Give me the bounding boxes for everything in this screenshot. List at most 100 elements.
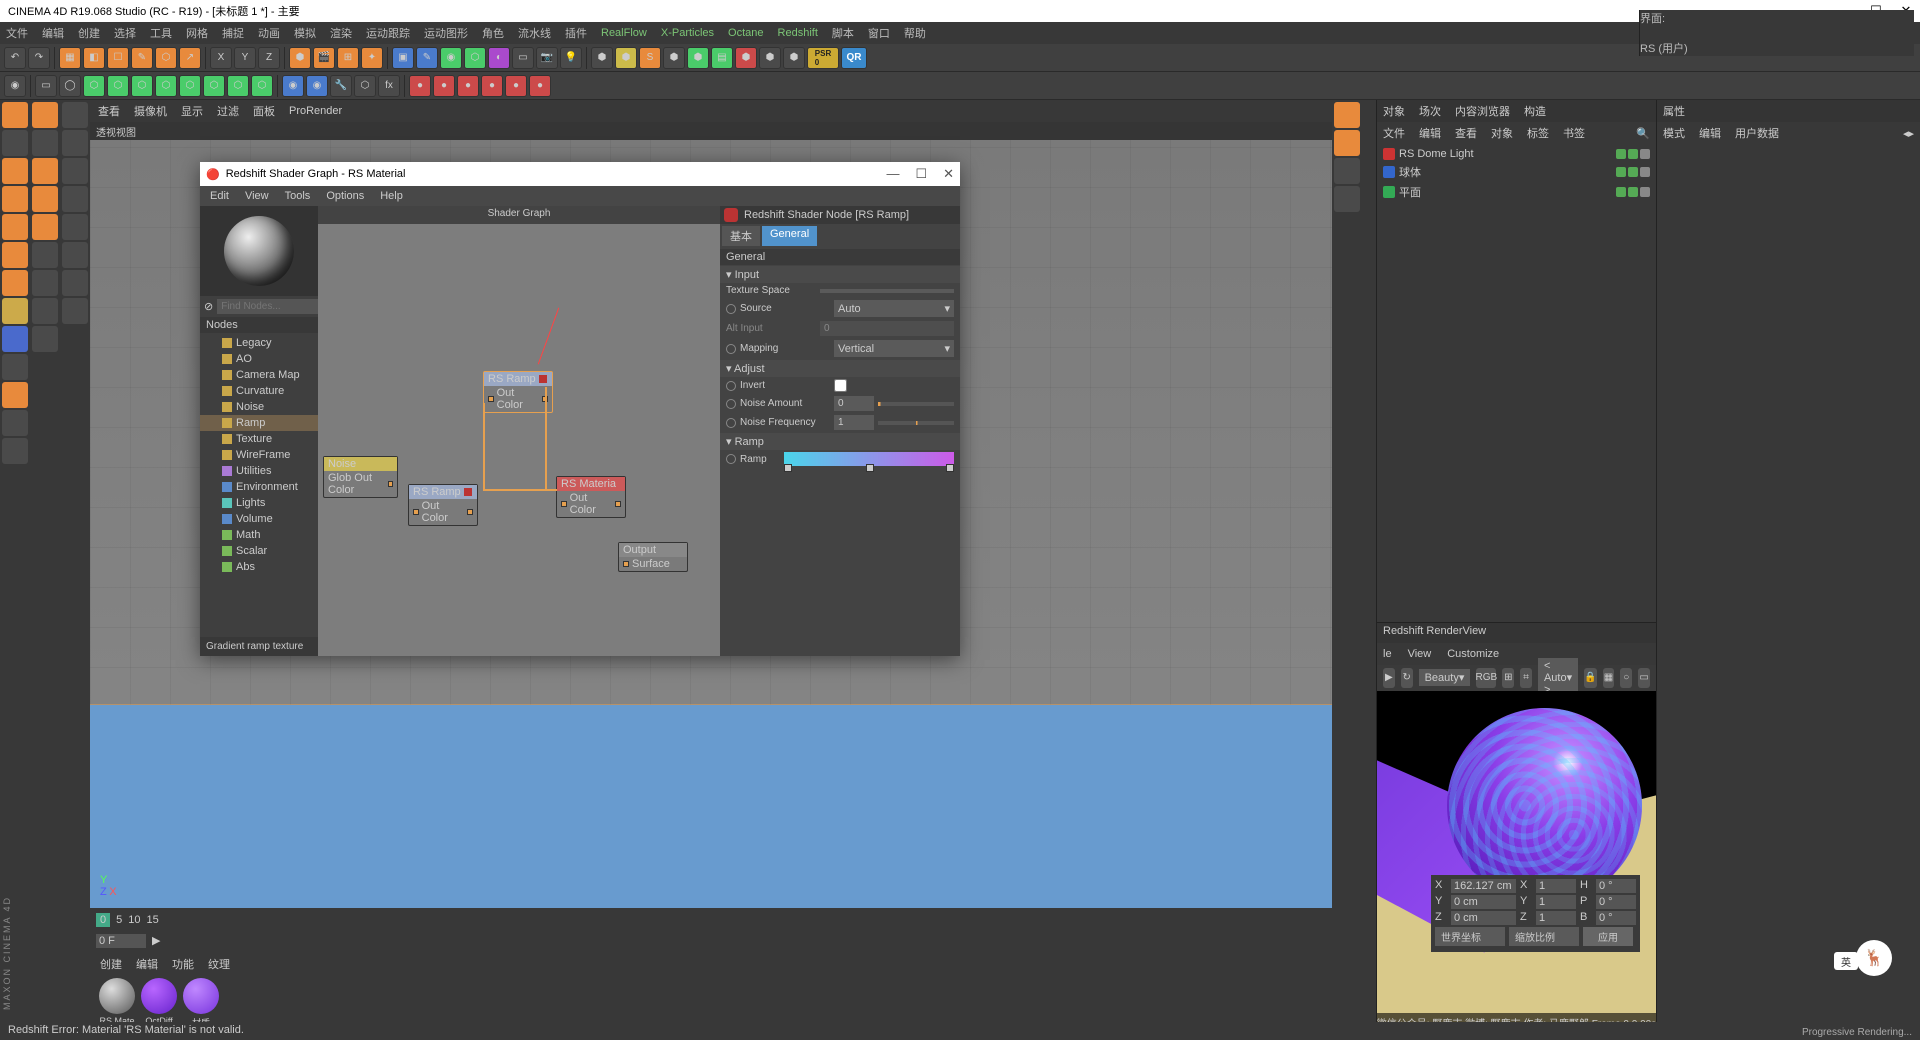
crop-icon[interactable]: ⌗ (1520, 668, 1532, 688)
node-output[interactable]: Output Surface (618, 542, 688, 572)
mat-tab[interactable]: 功能 (172, 956, 194, 972)
rs-tool-icon[interactable]: ● (481, 75, 503, 97)
menu-item-redshift[interactable]: Redshift (778, 27, 818, 39)
rs-tool-icon[interactable]: ● (457, 75, 479, 97)
rs-tool-icon[interactable]: ● (409, 75, 431, 97)
section-adjust[interactable]: ▾ Adjust (720, 360, 960, 377)
plugin-icon[interactable]: ⬢ (735, 47, 757, 69)
tool-icon[interactable] (1334, 186, 1360, 212)
node-ramp-1[interactable]: RS Ramp Out Color (483, 371, 553, 413)
tool-icon[interactable]: ⬡ (131, 75, 153, 97)
menu-item[interactable]: 捕捉 (222, 25, 244, 41)
tool-icon[interactable] (2, 354, 28, 380)
tool-icon[interactable]: ◧ (83, 47, 105, 69)
tool-icon[interactable] (32, 214, 58, 240)
rs-tool-icon[interactable]: ● (529, 75, 551, 97)
tool-icon[interactable] (2, 242, 28, 268)
tool-icon[interactable]: ⬡ (354, 75, 376, 97)
floor-icon[interactable]: ▭ (512, 47, 534, 69)
qr-button[interactable]: QR (841, 47, 867, 69)
tab[interactable]: 场次 (1419, 103, 1441, 119)
tab-objects[interactable]: 对象 (1383, 103, 1405, 119)
axis-y-icon[interactable]: Y (234, 47, 256, 69)
tool-icon[interactable] (32, 158, 58, 184)
tool-icon[interactable]: ▦ (59, 47, 81, 69)
vp-tab[interactable]: 查看 (98, 103, 120, 119)
lang-badge[interactable]: 英 (1834, 952, 1858, 970)
ramp-stop[interactable] (784, 464, 792, 472)
noise-freq-slider[interactable] (878, 421, 954, 425)
tool-icon[interactable] (2, 382, 28, 408)
attr-menu[interactable]: 模式 (1663, 125, 1685, 141)
select-icon[interactable] (32, 130, 58, 156)
play-icon[interactable]: ▶ (152, 934, 160, 948)
menu-item[interactable]: 模拟 (294, 25, 316, 41)
plugin-icon[interactable]: ⬢ (663, 47, 685, 69)
vp-tab[interactable]: 摄像机 (134, 103, 167, 119)
search-icon[interactable]: 🔍 (1636, 127, 1650, 140)
menu-item[interactable]: 创建 (78, 25, 100, 41)
obj-menu-item[interactable]: 标签 (1527, 125, 1549, 141)
nurbs-icon[interactable]: ◉ (440, 47, 462, 69)
menu-item[interactable]: 动画 (258, 25, 280, 41)
tool-icon[interactable]: ✎ (131, 47, 153, 69)
attr-menu[interactable]: 编辑 (1699, 125, 1721, 141)
clear-icon[interactable]: ⊘ (204, 300, 213, 313)
plugin-icon[interactable]: ⬢ (687, 47, 709, 69)
deformer-icon[interactable]: ◐ (488, 47, 510, 69)
tool-icon[interactable] (2, 326, 28, 352)
prop-tab-general[interactable]: General (762, 226, 817, 246)
tool-icon[interactable]: ↗ (179, 47, 201, 69)
menu-item-xparticles[interactable]: X-Particles (661, 27, 714, 39)
menu-item[interactable]: 流水线 (518, 25, 551, 41)
menu-item[interactable]: 工具 (150, 25, 172, 41)
tool-icon[interactable] (62, 158, 88, 184)
tool-icon[interactable] (62, 242, 88, 268)
tab[interactable]: 构造 (1524, 103, 1546, 119)
menu-item[interactable]: 角色 (482, 25, 504, 41)
noise-amount-slider[interactable] (878, 402, 954, 406)
tool-icon[interactable]: ◯ (59, 75, 81, 97)
dialog-minimize[interactable]: — (886, 166, 899, 182)
tab[interactable]: 内容浏览器 (1455, 103, 1510, 119)
plugin-icon[interactable]: ⬢ (615, 47, 637, 69)
menu-item[interactable]: 运动跟踪 (366, 25, 410, 41)
plugin-icon[interactable]: ⬢ (759, 47, 781, 69)
menu-item[interactable]: 脚本 (832, 25, 854, 41)
invert-checkbox[interactable] (834, 379, 847, 392)
light-icon[interactable]: 💡 (560, 47, 582, 69)
tool-icon[interactable]: ☐ (107, 47, 129, 69)
menu-item[interactable]: 编辑 (42, 25, 64, 41)
tool-icon[interactable]: ◉ (306, 75, 328, 97)
camera-icon[interactable]: 📷 (536, 47, 558, 69)
tool-icon[interactable] (32, 270, 58, 296)
plugin-icon[interactable]: S (639, 47, 661, 69)
dialog-titlebar[interactable]: 🔴 Redshift Shader Graph - RS Material — … (200, 162, 960, 186)
cube-icon[interactable]: ▣ (392, 47, 414, 69)
tool-icon[interactable]: ▭ (35, 75, 57, 97)
ramp-stop[interactable] (946, 464, 954, 472)
tool-icon[interactable] (2, 270, 28, 296)
menu-item[interactable]: 窗口 (868, 25, 890, 41)
tool-icon[interactable]: ⬢ (289, 47, 311, 69)
tool-icon[interactable]: ⊞ (1502, 668, 1514, 688)
noise-freq-field[interactable]: 1 (834, 415, 874, 430)
vp-tab[interactable]: 显示 (181, 103, 203, 119)
menu-item[interactable]: 文件 (6, 25, 28, 41)
tool-icon[interactable] (62, 298, 88, 324)
timeline[interactable]: 0 5 10 15 (90, 908, 1332, 932)
obj-menu-item[interactable]: 文件 (1383, 125, 1405, 141)
coord-space-dropdown[interactable]: 世界坐标 (1435, 927, 1505, 946)
menu-item-realflow[interactable]: RealFlow (601, 27, 647, 39)
menu-item[interactable]: 帮助 (904, 25, 926, 41)
obj-menu-item[interactable]: 编辑 (1419, 125, 1441, 141)
lock-icon[interactable]: 🔒 (1584, 668, 1596, 688)
tool-icon[interactable]: ⬡ (107, 75, 129, 97)
refresh-icon[interactable]: ↻ (1401, 668, 1413, 688)
menu-item[interactable]: 运动图形 (424, 25, 468, 41)
menu-item[interactable]: 插件 (565, 25, 587, 41)
plugin-icon[interactable]: ▤ (711, 47, 733, 69)
section-input[interactable]: ▾ Input (720, 266, 960, 283)
nav-icon[interactable]: ◂▸ (1903, 127, 1914, 140)
obj-menu-item[interactable]: 对象 (1491, 125, 1513, 141)
